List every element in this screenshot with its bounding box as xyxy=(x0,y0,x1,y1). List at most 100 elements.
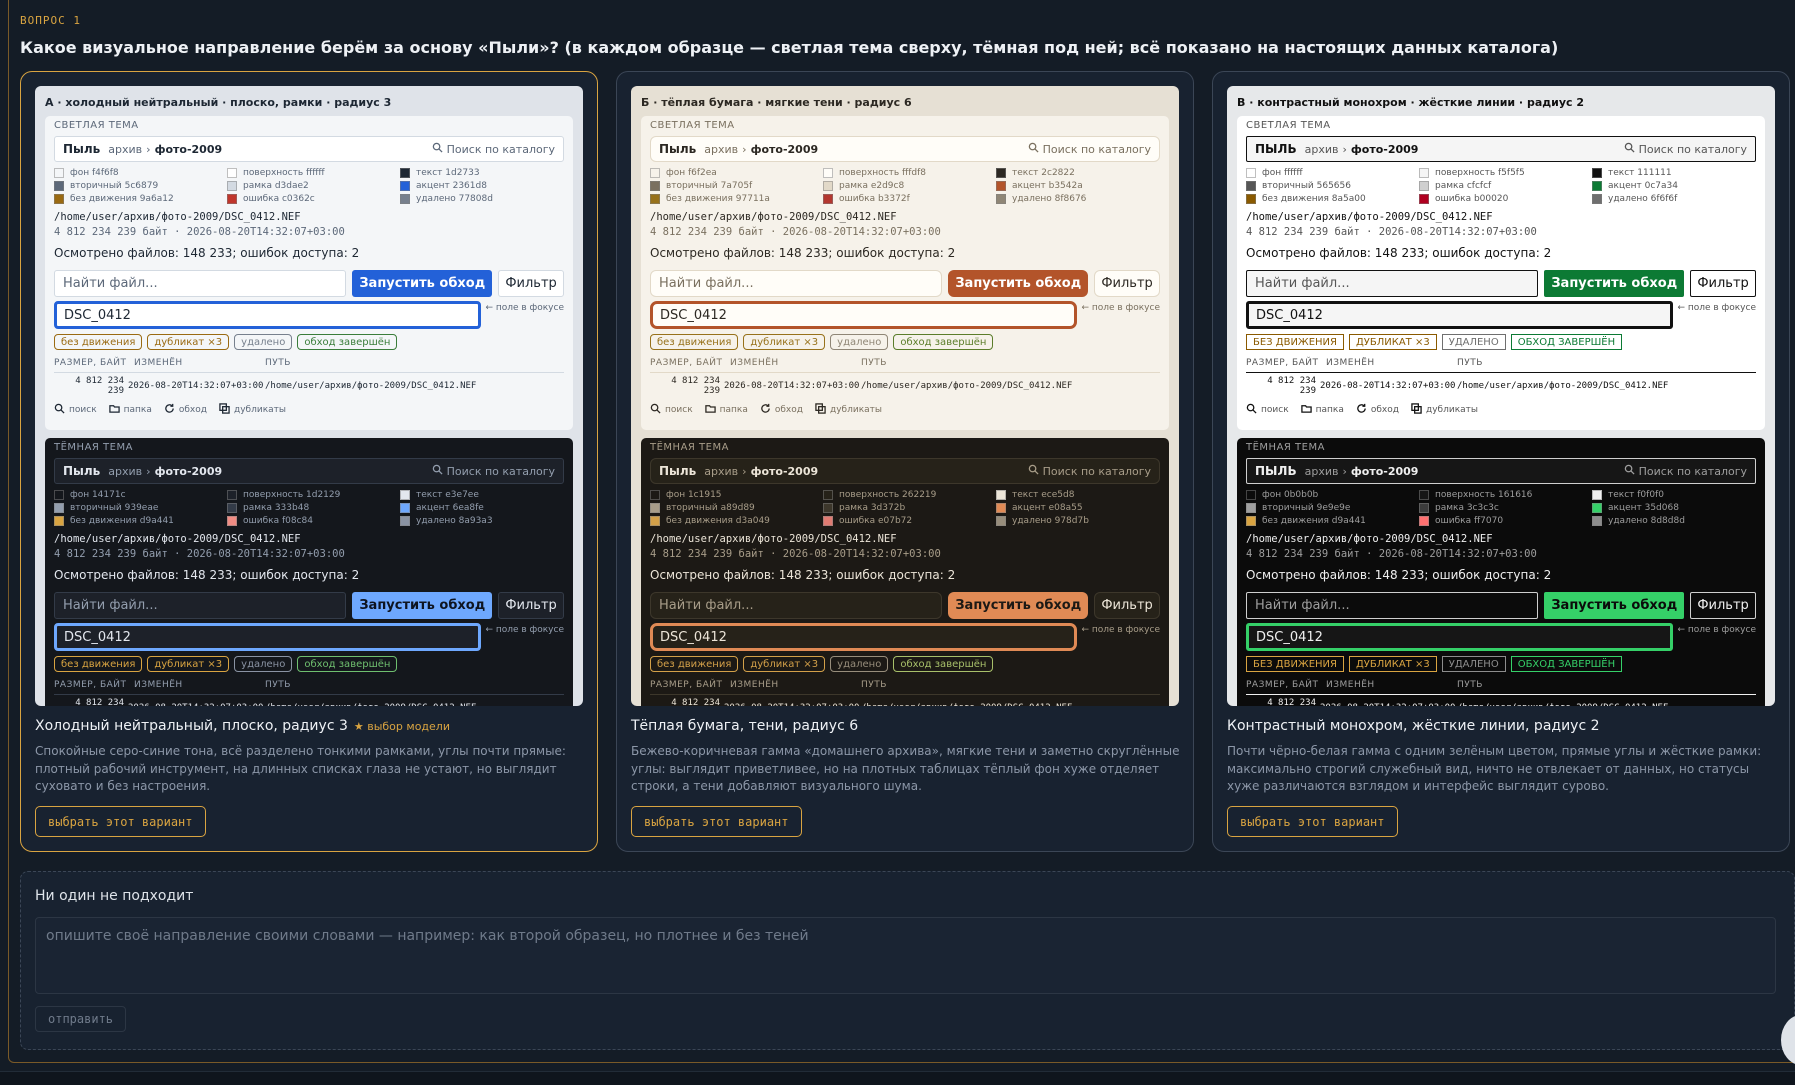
run-scan-button[interactable]: Запустить обход xyxy=(352,270,493,297)
catalog-search-label: Поиск по каталогу xyxy=(1042,142,1151,156)
find-file-input[interactable]: Найти файл... xyxy=(54,270,347,297)
status-badge: удалено xyxy=(830,656,889,672)
size-part: 4 812 xyxy=(1267,375,1295,386)
catalog-search[interactable]: Поиск по каталогу xyxy=(432,142,555,156)
swatch-chip xyxy=(650,194,660,204)
option-preview: А · холодный нейтральный · плоско, рамки… xyxy=(35,86,583,706)
catalog-search[interactable]: Поиск по каталогу xyxy=(1624,464,1747,478)
status-badge: обход завершён xyxy=(297,334,398,350)
file-meta: 4 812 234 239 байт · 2026-08-20T14:32:07… xyxy=(650,548,941,560)
filter-button[interactable]: Фильтр xyxy=(498,270,564,297)
choose-option-button[interactable]: выбрать этот вариант xyxy=(1227,806,1398,837)
swatch-label: фон 1c1915 xyxy=(666,490,722,500)
file-meta: 4 812 234 239 байт · 2026-08-20T14:32:07… xyxy=(1246,548,1537,560)
cell-path: /home/user/архив/фото-2009/DSC_0412.NEF xyxy=(1457,380,1669,391)
breadcrumb-item[interactable]: архив xyxy=(1305,465,1339,478)
icon-legend-item: дубликаты xyxy=(219,403,286,417)
icon-legend-item: папка xyxy=(108,403,152,417)
cell-modified: 2026-08-20T14:32:07+03:00 xyxy=(1320,703,1457,707)
icon-legend-label: обход xyxy=(178,405,207,415)
focused-input[interactable]: DSC_0412 xyxy=(54,301,482,329)
run-scan-button[interactable]: Запустить обход xyxy=(1544,270,1685,297)
color-swatch: вторичный 939eae xyxy=(54,503,227,513)
focused-field-row: DSC_0412 ← поле в фокусе xyxy=(650,301,1160,329)
catalog-search[interactable]: Поиск по каталогу xyxy=(1028,464,1151,478)
custom-direction-textarea[interactable]: опишите своё направление своими словами … xyxy=(35,917,1776,994)
column-header-path: ПУТЬ xyxy=(1457,680,1483,690)
filter-button[interactable]: Фильтр xyxy=(498,592,564,619)
model-choice-badge: ★ выбор модели xyxy=(353,720,450,733)
size-part: 234 xyxy=(1299,375,1316,386)
filter-button[interactable]: Фильтр xyxy=(1094,270,1160,297)
focused-input[interactable]: DSC_0412 xyxy=(650,623,1078,651)
find-file-input[interactable]: Найти файл... xyxy=(1246,270,1539,297)
color-swatch: поверхность f5f5f5 xyxy=(1419,168,1592,178)
catalog-search-label: Поиск по каталогу xyxy=(446,142,555,156)
status-badge: УДАЛЕНО xyxy=(1441,656,1506,672)
find-file-input[interactable]: Найти файл... xyxy=(650,270,943,297)
status-badge: дубликат ×3 xyxy=(147,656,230,672)
table-row[interactable]: 4 812 2342392026-08-20T14:32:07+03:00/ho… xyxy=(54,372,564,396)
swatch-label: вторичный 9e9e9e xyxy=(1262,503,1351,513)
table-row[interactable]: 4 812 2342392026-08-20T14:32:07+03:00/ho… xyxy=(1246,372,1756,396)
status-badge: без движения xyxy=(650,334,739,350)
breadcrumb-item[interactable]: архив xyxy=(108,143,142,156)
search-icon xyxy=(1028,464,1043,478)
color-swatch: поверхность ffffff xyxy=(227,168,400,178)
status-badge: дубликат ×3 xyxy=(743,334,826,350)
filter-button[interactable]: Фильтр xyxy=(1690,270,1756,297)
swatch-chip xyxy=(227,516,237,526)
breadcrumb-item[interactable]: архив xyxy=(1305,143,1339,156)
option-preview: В · контрастный монохром · жёсткие линии… xyxy=(1227,86,1775,706)
run-scan-button[interactable]: Запустить обход xyxy=(948,270,1089,297)
table-header: РАЗМЕР, БАЙТ ИЗМЕНЁН ПУТЬ xyxy=(650,358,1160,370)
catalog-search[interactable]: Поиск по каталогу xyxy=(1028,142,1151,156)
palette-swatches: фон f6f2ea поверхность fffdf8 текст 2c2822… xyxy=(650,168,1160,204)
breadcrumb-item[interactable]: архив xyxy=(704,465,738,478)
breadcrumb-item[interactable]: архив xyxy=(704,143,738,156)
filter-button[interactable]: Фильтр xyxy=(1690,592,1756,619)
size-part: 239 xyxy=(1299,385,1316,396)
theme-label: ТЁМНАЯ ТЕМА xyxy=(54,442,133,453)
run-scan-button[interactable]: Запустить обход xyxy=(948,592,1089,619)
breadcrumb-current: фото-2009 xyxy=(154,142,223,156)
table-row[interactable]: 4 812 2342392026-08-20T14:32:07+03:00/ho… xyxy=(650,694,1160,706)
size-part: 4 812 xyxy=(671,375,699,386)
option-card[interactable]: В · контрастный монохром · жёсткие линии… xyxy=(1212,71,1790,852)
status-badge: удалено xyxy=(234,334,293,350)
cell-modified: 2026-08-20T14:32:07+03:00 xyxy=(128,380,264,391)
choose-option-button[interactable]: выбрать этот вариант xyxy=(35,806,206,837)
file-table: РАЗМЕР, БАЙТИЗМЕНЁНПУТЬ4 812 2342392026-… xyxy=(54,358,564,396)
option-card[interactable]: А · холодный нейтральный · плоско, рамки… xyxy=(20,71,598,852)
send-button[interactable]: отправить xyxy=(35,1006,127,1032)
table-row[interactable]: 4 812 2342392026-08-20T14:32:07+03:00/ho… xyxy=(1246,694,1756,706)
find-file-input[interactable]: Найти файл... xyxy=(1246,592,1539,619)
focused-input[interactable]: DSC_0412 xyxy=(1246,301,1674,329)
focused-input[interactable]: DSC_0412 xyxy=(650,301,1078,329)
table-row[interactable]: 4 812 2342392026-08-20T14:32:07+03:00/ho… xyxy=(650,372,1160,396)
choose-option-button[interactable]: выбрать этот вариант xyxy=(631,806,802,837)
option-card[interactable]: Б · тёплая бумага · мягкие тени · радиус… xyxy=(616,71,1194,852)
filter-button[interactable]: Фильтр xyxy=(1094,592,1160,619)
color-swatch: текст 2c2822 xyxy=(996,168,1146,178)
find-file-input[interactable]: Найти файл... xyxy=(54,592,347,619)
status-badge: ДУБЛИКАТ ×3 xyxy=(1348,656,1437,672)
run-scan-button[interactable]: Запустить обход xyxy=(1544,592,1685,619)
find-file-input[interactable]: Найти файл... xyxy=(650,592,943,619)
swatch-chip xyxy=(1592,503,1602,513)
swatch-chip xyxy=(227,168,237,178)
catalog-search[interactable]: Поиск по каталогу xyxy=(432,464,555,478)
status-badge: обход завершён xyxy=(893,334,994,350)
size-part: 4 812 xyxy=(1267,697,1295,707)
table-header: РАЗМЕР, БАЙТ ИЗМЕНЁН ПУТЬ xyxy=(650,680,1160,692)
breadcrumb-item[interactable]: архив xyxy=(108,465,142,478)
catalog-search[interactable]: Поиск по каталогу xyxy=(1624,142,1747,156)
run-scan-button[interactable]: Запустить обход xyxy=(352,592,493,619)
none-option-title: Ни один не подходит xyxy=(35,888,194,904)
color-swatch: удалено 978d7b xyxy=(996,516,1146,526)
focused-input[interactable]: DSC_0412 xyxy=(1246,623,1674,651)
column-header-modified: ИЗМЕНЁН xyxy=(730,358,779,368)
focused-input[interactable]: DSC_0412 xyxy=(54,623,482,651)
table-row[interactable]: 4 812 2342392026-08-20T14:32:07+03:00/ho… xyxy=(54,694,564,706)
file-path: /home/user/архив/фото-2009/DSC_0412.NEF xyxy=(650,211,897,223)
